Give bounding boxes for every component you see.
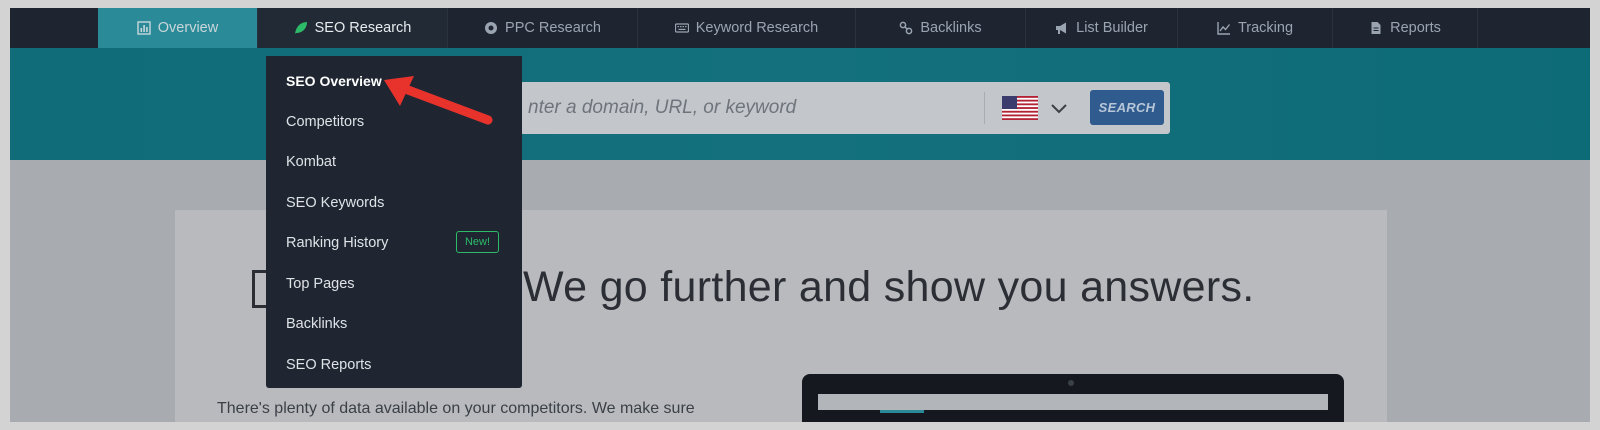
nav-list-builder-label: List Builder bbox=[1076, 20, 1148, 36]
nav-ppc-research-label: PPC Research bbox=[505, 20, 601, 36]
nav-reports[interactable]: Reports bbox=[1333, 8, 1478, 48]
headline: We go further and show you answers. bbox=[523, 263, 1255, 311]
nav-tracking-label: Tracking bbox=[1237, 20, 1294, 36]
keyboard-icon bbox=[674, 23, 689, 33]
nav-seo-research[interactable]: SEO Research bbox=[258, 8, 448, 48]
chevron-down-icon[interactable] bbox=[1050, 100, 1068, 116]
app-frame: Overview SEO Research PPC Research Keywo… bbox=[10, 8, 1590, 422]
nav-seo-research-label: SEO Research bbox=[314, 20, 412, 36]
body-text: There's plenty of data available on your… bbox=[217, 400, 695, 417]
menu-item-seo-reports[interactable]: SEO Reports bbox=[286, 354, 371, 376]
menu-item-seo-overview[interactable]: SEO Overview bbox=[286, 70, 382, 92]
megaphone-icon bbox=[1056, 22, 1067, 34]
nav-keyword-research[interactable]: Keyword Research bbox=[638, 8, 856, 48]
top-navbar: Overview SEO Research PPC Research Keywo… bbox=[10, 8, 1590, 48]
leaf-icon bbox=[294, 22, 307, 34]
search-input[interactable] bbox=[520, 82, 980, 134]
menu-item-backlinks[interactable]: Backlinks bbox=[286, 313, 347, 335]
nav-overview-label: Overview bbox=[157, 20, 219, 36]
laptop-screen bbox=[818, 394, 1328, 410]
headline-fragment bbox=[252, 270, 266, 308]
nav-backlinks-label: Backlinks bbox=[920, 20, 982, 36]
search-divider bbox=[984, 92, 985, 124]
search-bar: SEARCH bbox=[520, 82, 1170, 134]
menu-item-ranking-history[interactable]: Ranking History bbox=[286, 232, 388, 254]
bar-chart-icon bbox=[137, 21, 151, 35]
nav-keyword-research-label: Keyword Research bbox=[695, 20, 819, 36]
menu-item-kombat[interactable]: Kombat bbox=[286, 151, 336, 173]
menu-item-seo-keywords[interactable]: SEO Keywords bbox=[286, 192, 384, 214]
document-icon bbox=[1371, 22, 1381, 34]
laptop-screen-accent bbox=[880, 410, 924, 413]
coin-icon bbox=[485, 22, 498, 34]
red-arrow-annotation bbox=[384, 76, 493, 125]
nav-backlinks[interactable]: Backlinks bbox=[856, 8, 1026, 48]
menu-item-competitors[interactable]: Competitors bbox=[286, 111, 364, 133]
us-flag-icon[interactable] bbox=[1002, 96, 1038, 120]
nav-tracking[interactable]: Tracking bbox=[1178, 8, 1333, 48]
nav-ppc-research[interactable]: PPC Research bbox=[448, 8, 638, 48]
nav-reports-label: Reports bbox=[1390, 20, 1441, 36]
search-button[interactable]: SEARCH bbox=[1090, 90, 1164, 125]
nav-list-builder[interactable]: List Builder bbox=[1026, 8, 1178, 48]
new-badge: New! bbox=[456, 231, 499, 253]
menu-item-top-pages[interactable]: Top Pages bbox=[286, 273, 355, 295]
trend-chart-icon bbox=[1217, 22, 1231, 35]
nav-overview[interactable]: Overview bbox=[98, 8, 258, 48]
laptop-camera bbox=[1068, 380, 1074, 386]
laptop-mockup-image bbox=[802, 374, 1344, 422]
link-icon bbox=[900, 21, 913, 35]
